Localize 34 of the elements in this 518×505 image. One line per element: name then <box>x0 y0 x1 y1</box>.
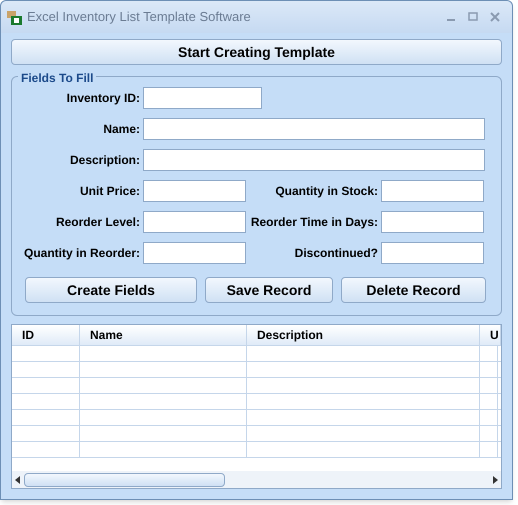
input-field[interactable] <box>143 211 246 233</box>
field-label: Description: <box>68 152 141 169</box>
field-label: Inventory ID: <box>66 90 141 107</box>
input-field[interactable] <box>143 149 485 171</box>
field-label: Unit Price: <box>78 183 141 200</box>
input-field[interactable] <box>143 180 246 202</box>
input-field[interactable] <box>143 242 246 264</box>
window-title: Excel Inventory List Template Software <box>27 8 251 26</box>
app-icon <box>5 8 23 26</box>
input-field[interactable] <box>381 180 484 202</box>
input-field[interactable] <box>143 87 262 109</box>
column-header[interactable]: Description <box>247 325 480 345</box>
input-field[interactable] <box>143 118 485 140</box>
maximize-icon[interactable] <box>468 12 478 22</box>
field-label: Quantity in Stock: <box>274 183 379 200</box>
action-button[interactable]: Create Fields <box>25 277 197 303</box>
scrollbar-thumb[interactable] <box>24 472 225 486</box>
column-header[interactable]: ID <box>12 325 80 345</box>
scroll-left-icon[interactable] <box>15 476 21 484</box>
column-header[interactable]: Name <box>80 325 247 345</box>
close-icon[interactable] <box>490 12 500 22</box>
field-label: Name: <box>102 121 141 138</box>
action-button[interactable]: Save Record <box>205 277 333 303</box>
input-field[interactable] <box>381 242 484 264</box>
field-label: Reorder Time in Days: <box>250 214 379 231</box>
field-label: Discontinued? <box>294 245 379 262</box>
action-button[interactable]: Delete Record <box>341 277 486 303</box>
start-creating-template-button[interactable]: Start Creating Template <box>11 39 502 65</box>
input-field[interactable] <box>381 211 484 233</box>
horizontal-scrollbar[interactable] <box>12 471 501 488</box>
field-label: Quantity in Reorder: <box>22 245 141 262</box>
field-label: Reorder Level: <box>54 214 141 231</box>
scroll-right-icon[interactable] <box>492 476 498 484</box>
column-header[interactable]: U <box>480 325 501 345</box>
